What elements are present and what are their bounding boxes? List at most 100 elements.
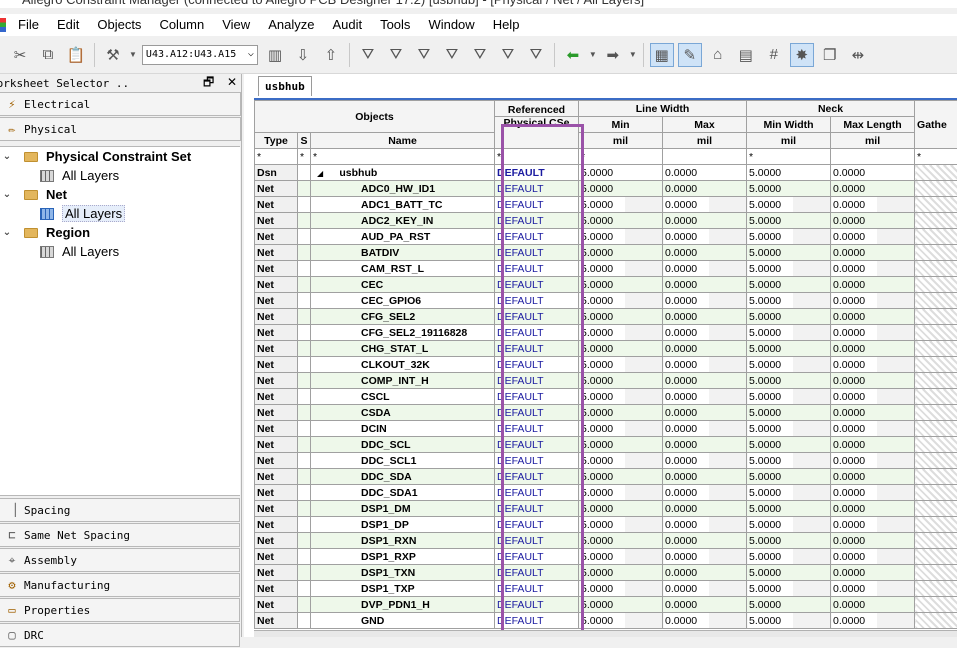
cell-type[interactable]: Net [255, 549, 298, 565]
filter-grid-icon[interactable]: ⛛ [524, 43, 548, 67]
cell-name[interactable]: DVP_PDN1_H [311, 597, 495, 613]
cell-line-width-max[interactable]: 0.0000 [663, 165, 747, 181]
cell-type[interactable]: Net [255, 565, 298, 581]
cell-line-width-min[interactable]: 5.0000 [579, 405, 663, 421]
dropdown-arrow-icon[interactable]: ▼ [629, 50, 637, 59]
cell-gather[interactable] [915, 341, 957, 357]
cell-neck-min-width[interactable]: 5.0000 [747, 581, 831, 597]
close-icon[interactable]: ✕ [227, 75, 237, 89]
cell-type[interactable]: Net [255, 277, 298, 293]
cell-name[interactable]: CAM_RST_L [311, 261, 495, 277]
cell-gather[interactable] [915, 181, 957, 197]
cell-gather[interactable] [915, 469, 957, 485]
table-row[interactable]: NetCLKOUT_32KDEFAULT5.00000.00005.00000.… [255, 357, 957, 373]
cell-type[interactable]: Net [255, 357, 298, 373]
cell-line-width-max[interactable]: 0.0000 [663, 245, 747, 261]
cell-neck-min-width[interactable]: 5.0000 [747, 533, 831, 549]
cell-neck-min-width[interactable]: 5.0000 [747, 213, 831, 229]
chart-icon[interactable]: ▥ [263, 43, 287, 67]
table-row[interactable]: NetADC0_HW_ID1DEFAULT5.00000.00005.00000… [255, 181, 957, 197]
cell-gather[interactable] [915, 197, 957, 213]
cell-neck-max-length[interactable]: 0.0000 [831, 565, 915, 581]
cell-physical-cset[interactable]: DEFAULT [495, 213, 579, 229]
cell-s[interactable] [298, 581, 311, 597]
cell-line-width-max[interactable]: 0.0000 [663, 565, 747, 581]
cell-name[interactable]: DSP1_RXN [311, 533, 495, 549]
cell-neck-min-width[interactable]: 5.0000 [747, 309, 831, 325]
cell-line-width-min[interactable]: 5.0000 [579, 357, 663, 373]
cell-line-width-min[interactable]: 5.0000 [579, 341, 663, 357]
cell-physical-cset[interactable]: DEFAULT [495, 325, 579, 341]
menu-help[interactable]: Help [493, 14, 520, 36]
filter-red-icon[interactable]: ⛛ [412, 43, 436, 67]
cell-line-width-max[interactable]: 0.0000 [663, 357, 747, 373]
cell-type[interactable]: Net [255, 405, 298, 421]
cell-s[interactable] [298, 405, 311, 421]
table-row[interactable]: NetCOMP_INT_HDEFAULT5.00000.00005.00000.… [255, 373, 957, 389]
table-row[interactable]: NetDVP_PDN1_HDEFAULT5.00000.00005.00000.… [255, 597, 957, 613]
cell-line-width-min[interactable]: 5.0000 [579, 453, 663, 469]
expand-toggle-icon[interactable]: ⌄ [0, 189, 14, 200]
cell-name[interactable]: DSP1_TXN [311, 565, 495, 581]
worksheet-tab-properties[interactable]: ▭ Properties [0, 598, 240, 622]
cell-name[interactable]: CHG_STAT_L [311, 341, 495, 357]
cell-neck-max-length[interactable]: 0.0000 [831, 165, 915, 181]
cell-neck-max-length[interactable]: 0.0000 [831, 357, 915, 373]
cell-type[interactable]: Net [255, 437, 298, 453]
cell-line-width-min[interactable]: 5.0000 [579, 213, 663, 229]
burst-icon[interactable]: ✸ [790, 43, 814, 67]
worksheet-view-icon[interactable]: ▦ [650, 43, 674, 67]
cell-neck-min-width[interactable]: 5.0000 [747, 293, 831, 309]
cell-type[interactable]: Net [255, 533, 298, 549]
worksheet-tab-drc[interactable]: ▢ DRC [0, 623, 240, 647]
menu-objects[interactable]: Objects [97, 14, 141, 36]
cell-line-width-max[interactable]: 0.0000 [663, 581, 747, 597]
cell-name[interactable]: CFG_SEL2_19116828 [311, 325, 495, 341]
cell-neck-min-width[interactable]: 5.0000 [747, 453, 831, 469]
cell-physical-cset[interactable]: DEFAULT [495, 453, 579, 469]
table-row[interactable]: NetBATDIVDEFAULT5.00000.00005.00000.0000 [255, 245, 957, 261]
table-row[interactable]: NetDSP1_DPDEFAULT5.00000.00005.00000.000… [255, 517, 957, 533]
cell-gather[interactable] [915, 277, 957, 293]
cell-neck-max-length[interactable]: 0.0000 [831, 293, 915, 309]
cell-line-width-max[interactable]: 0.0000 [663, 213, 747, 229]
cell-neck-max-length[interactable]: 0.0000 [831, 581, 915, 597]
pin-icon[interactable]: 🗗 [203, 75, 214, 89]
cell-line-width-max[interactable]: 0.0000 [663, 597, 747, 613]
filter-icon[interactable]: ⛛ [356, 43, 380, 67]
filter-star-icon[interactable]: ⛛ [440, 43, 464, 67]
table-row[interactable]: NetDDC_SCL1DEFAULT5.00000.00005.00000.00… [255, 453, 957, 469]
worksheet-tab-same-net-spacing[interactable]: ⊏ Same Net Spacing [0, 523, 240, 547]
cell-line-width-max[interactable]: 0.0000 [663, 261, 747, 277]
menu-analyze[interactable]: Analyze [268, 14, 314, 36]
select-tool-icon[interactable]: ⚒ [101, 43, 125, 67]
cell-gather[interactable] [915, 533, 957, 549]
cell-neck-max-length[interactable]: 0.0000 [831, 261, 915, 277]
cell-gather[interactable] [915, 421, 957, 437]
cell-name[interactable]: DDC_SCL [311, 437, 495, 453]
table-row[interactable]: NetAUD_PA_RSTDEFAULT5.00000.00005.00000.… [255, 229, 957, 245]
tree-item-cset-all-layers[interactable]: All Layers [0, 166, 240, 185]
cell-name[interactable]: DSP1_RXP [311, 549, 495, 565]
cell-line-width-max[interactable]: 0.0000 [663, 613, 747, 629]
cell-gather[interactable] [915, 501, 957, 517]
cell-line-width-min[interactable]: 5.0000 [579, 197, 663, 213]
table-row[interactable]: NetCSCLDEFAULT5.00000.00005.00000.0000 [255, 389, 957, 405]
cell-physical-cset[interactable]: DEFAULT [495, 357, 579, 373]
cell-line-width-min[interactable]: 5.0000 [579, 469, 663, 485]
menu-tools[interactable]: Tools [380, 14, 410, 36]
cell-neck-min-width[interactable]: 5.0000 [747, 277, 831, 293]
table-row[interactable]: NetADC2_KEY_INDEFAULT5.00000.00005.00000… [255, 213, 957, 229]
cell-name[interactable]: ADC0_HW_ID1 [311, 181, 495, 197]
cell-physical-cset[interactable]: DEFAULT [495, 277, 579, 293]
pencil-edit-icon[interactable]: ✎ [678, 43, 702, 67]
cell-gather[interactable] [915, 373, 957, 389]
cell-neck-max-length[interactable]: 0.0000 [831, 533, 915, 549]
table-row[interactable]: NetCFG_SEL2DEFAULT5.00000.00005.00000.00… [255, 309, 957, 325]
cell-s[interactable] [298, 357, 311, 373]
tree-folder-region[interactable]: ⌄ Region [0, 223, 240, 242]
cell-line-width-min[interactable]: 5.0000 [579, 549, 663, 565]
cell-gather[interactable] [915, 453, 957, 469]
table-row[interactable]: NetGNDDEFAULT5.00000.00005.00000.0000 [255, 613, 957, 629]
table-row[interactable]: NetADC1_BATT_TCDEFAULT5.00000.00005.0000… [255, 197, 957, 213]
